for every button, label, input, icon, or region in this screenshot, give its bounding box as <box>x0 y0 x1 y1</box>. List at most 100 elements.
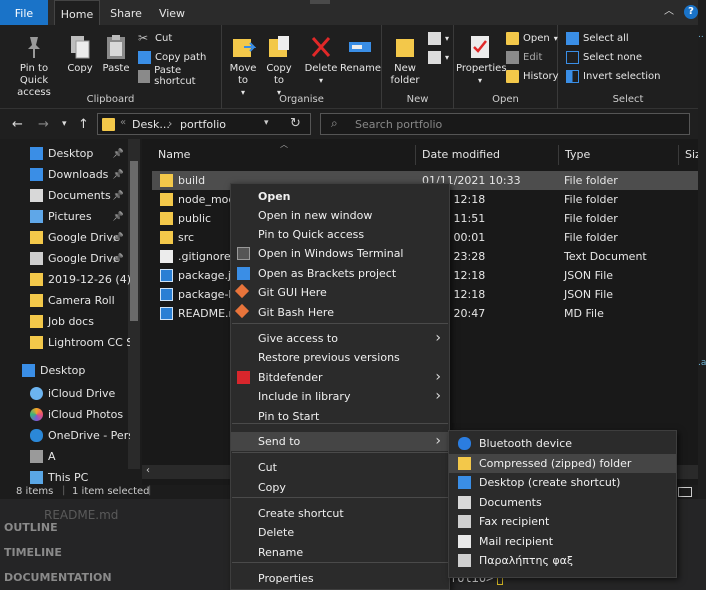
nav-item[interactable]: Desktop 📌 <box>0 143 130 164</box>
collapse-ribbon-icon[interactable]: ︿ <box>664 6 676 18</box>
context-menu-item[interactable]: Bitdefender › <box>231 368 449 387</box>
copy-to-button[interactable]: Copy to ▾ <box>262 33 296 99</box>
nav-item[interactable]: Desktop <box>0 360 130 381</box>
overflow-chevron-icon[interactable]: « <box>120 117 126 128</box>
column-date-modified[interactable]: Date modified <box>416 145 559 165</box>
send-to-item[interactable]: Fax recipient <box>449 512 676 531</box>
context-menu-item[interactable]: Delete <box>231 523 449 542</box>
tab-file[interactable]: File <box>0 0 48 25</box>
help-icon[interactable]: ? <box>684 5 698 19</box>
tab-home[interactable]: Home <box>54 0 100 25</box>
nav-item[interactable]: Pictures 📌 <box>0 206 130 227</box>
tab-share[interactable]: Share <box>104 0 148 25</box>
column-type[interactable]: Type <box>559 145 679 165</box>
context-menu-item[interactable]: Pin to Quick access <box>231 225 449 244</box>
copy-button[interactable]: Copy <box>64 33 96 75</box>
move-to-button[interactable]: Move to ▾ <box>226 33 260 99</box>
context-menu-item[interactable]: Git GUI Here <box>231 283 449 302</box>
new-item-button[interactable]: ▾ <box>428 30 449 46</box>
select-all-button[interactable]: Select all <box>566 30 629 46</box>
breadcrumb-separator: › <box>168 117 173 130</box>
send-to-item[interactable]: Compressed (zipped) folder <box>449 453 676 473</box>
documentation-section[interactable]: DOCUMENTATION <box>4 571 112 584</box>
pin-quick-access-button[interactable]: Pin to Quick access <box>6 33 62 99</box>
back-arrow-icon[interactable]: ← <box>12 117 23 132</box>
nav-item[interactable]: Camera Roll <box>0 290 130 311</box>
context-menu-item[interactable]: Pin to Start <box>231 407 449 426</box>
nav-scrollbar-thumb[interactable] <box>130 161 138 321</box>
context-menu-item[interactable]: Give access to › <box>231 329 449 348</box>
window-notch <box>310 0 330 4</box>
context-menu-item[interactable]: Open in Windows Terminal <box>231 244 449 263</box>
delete-button[interactable]: Delete ▾ <box>304 33 338 87</box>
breadcrumb-current[interactable]: portfolio <box>180 118 226 131</box>
refresh-icon[interactable]: ↻ <box>290 116 301 131</box>
context-menu-item[interactable]: Send to › <box>231 432 449 451</box>
nav-item[interactable]: Documents 📌 <box>0 185 130 206</box>
forward-arrow-icon[interactable]: → <box>38 117 49 132</box>
recent-locations-chevron-icon[interactable]: ▾ <box>62 119 67 129</box>
details-view-icon[interactable] <box>678 487 692 497</box>
send-to-item[interactable]: Mail recipient <box>449 532 676 551</box>
nav-item[interactable]: iCloud Drive <box>0 383 130 404</box>
history-button[interactable]: History <box>506 68 559 84</box>
nav-item[interactable]: Google Drive 📌 <box>0 248 130 269</box>
nav-item[interactable]: iCloud Photos <box>0 404 130 425</box>
outline-section[interactable]: OUTLINE <box>4 521 58 534</box>
send-to-label: Fax recipient <box>479 515 550 528</box>
nav-item[interactable]: Job docs <box>0 311 130 332</box>
nav-item[interactable]: Google Drive 📌 <box>0 227 130 248</box>
easy-access-button[interactable]: ▾ <box>428 49 449 65</box>
nav-item[interactable]: 2019-12-26 (4) <box>0 269 130 290</box>
invert-selection-button[interactable]: Invert selection <box>566 68 661 84</box>
copy-path-button[interactable]: Copy path <box>138 49 206 65</box>
rename-icon <box>347 33 373 61</box>
new-folder-button[interactable]: New folder <box>386 33 424 87</box>
open-button[interactable]: Open ▾ <box>506 30 558 46</box>
invert-selection-icon <box>566 69 579 83</box>
context-menu-item[interactable]: Properties <box>231 569 449 588</box>
nav-item[interactable]: A <box>0 446 130 467</box>
search-input[interactable]: Search portfolio <box>355 118 442 131</box>
properties-button[interactable]: Properties ▾ <box>456 33 507 87</box>
send-to-item[interactable]: Desktop (create shortcut) <box>449 473 676 492</box>
context-menu-item[interactable]: Git Bash Here <box>231 303 449 322</box>
address-bar[interactable]: « Desk... › portfolio ▾ ↻ <box>97 113 311 135</box>
nav-item-label: OneDrive - Persc <box>48 429 130 442</box>
readme-tab-label[interactable]: README.md <box>44 508 118 522</box>
nav-item[interactable]: Downloads 📌 <box>0 164 130 185</box>
scroll-left-icon[interactable]: ‹ <box>146 465 150 476</box>
paste-button[interactable]: Paste <box>100 33 132 75</box>
select-none-button[interactable]: Select none <box>566 49 642 65</box>
timeline-section[interactable]: TIMELINE <box>4 546 62 559</box>
context-menu-item[interactable]: Restore previous versions <box>231 348 449 367</box>
rename-button[interactable]: Rename <box>340 33 381 75</box>
context-menu-item[interactable]: Include in library › <box>231 387 449 406</box>
pin-icon: 📌 <box>112 232 124 243</box>
cut-button[interactable]: ✂ Cut <box>138 30 172 46</box>
column-size[interactable]: Size <box>679 145 698 165</box>
up-arrow-icon[interactable]: ↑ <box>78 117 89 132</box>
send-to-item[interactable]: Bluetooth device <box>449 434 676 453</box>
paste-shortcut-button[interactable]: Paste shortcut <box>138 65 221 87</box>
context-menu-item[interactable]: Open in new window <box>231 206 449 225</box>
edit-button[interactable]: Edit <box>506 49 542 65</box>
address-dropdown-icon[interactable]: ▾ <box>264 118 269 128</box>
nav-item[interactable]: Lightroom CC Sa <box>0 332 130 353</box>
search-box[interactable]: ⌕ Search portfolio <box>320 113 690 135</box>
send-to-item[interactable]: Documents <box>449 493 676 512</box>
send-to-item[interactable]: Παραλήπτης φαξ <box>449 551 676 570</box>
context-menu-item[interactable]: Create shortcut <box>231 504 449 523</box>
file-name-cell: src <box>160 231 194 244</box>
navigation-pane: Desktop 📌 Downloads 📌 Documents 📌 Pictures 📌 Goo… <box>0 139 142 485</box>
context-menu-item[interactable]: Copy <box>231 478 449 497</box>
context-menu-item[interactable]: Open as Brackets project <box>231 264 449 283</box>
folder-icon <box>30 336 43 349</box>
context-menu-item[interactable]: Cut <box>231 458 449 477</box>
breadcrumb-parent[interactable]: Desk... <box>132 118 170 131</box>
tab-view[interactable]: View <box>152 0 192 25</box>
brackets-icon <box>237 267 250 280</box>
context-menu-item[interactable]: Rename <box>231 543 449 562</box>
context-menu-item[interactable]: Open <box>231 187 449 206</box>
nav-item[interactable]: OneDrive - Persc <box>0 425 130 446</box>
